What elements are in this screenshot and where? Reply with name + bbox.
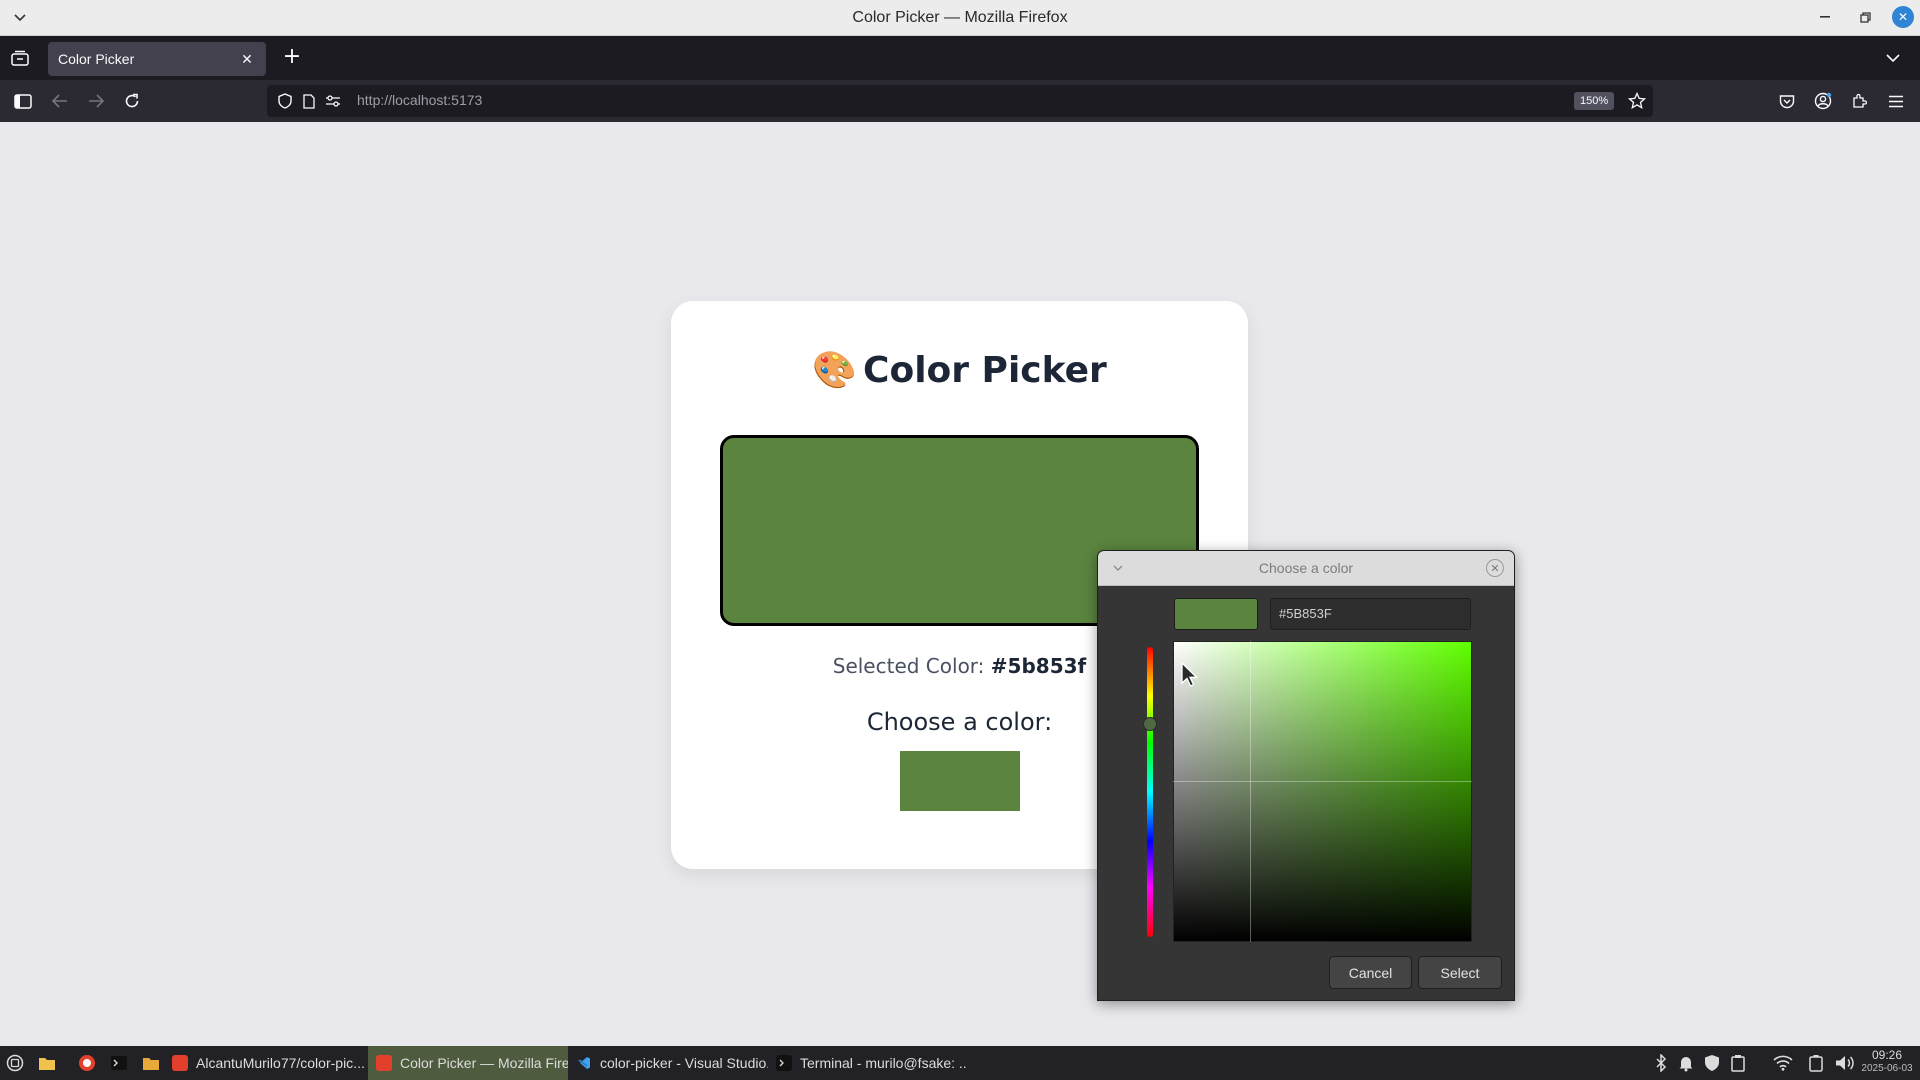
window-menu-chevron-icon[interactable] [8,6,32,30]
window-title: Color Picker — Mozilla Firefox [852,8,1068,26]
page-title: 🎨 Color Picker [671,349,1248,391]
palette-icon: 🎨 [812,350,858,391]
hex-input[interactable]: #5B853F [1270,598,1471,630]
app-menu-launcher-icon[interactable] [4,1051,26,1075]
tab-strip: Color Picker ✕ + [0,36,1920,80]
selected-color-value: #5b853f [990,654,1087,678]
task-item[interactable]: color-picker - Visual Studio... [568,1046,768,1080]
task-item[interactable]: Terminal - murilo@fsake: ... [768,1046,968,1080]
bookmark-star-icon[interactable] [1626,90,1648,112]
tab-groups-icon[interactable] [8,46,32,70]
vscode-icon [576,1055,592,1071]
dialog-header: Choose a color ✕ [1098,551,1514,586]
crosshair-horizontal [1173,781,1472,782]
account-icon[interactable] [1811,89,1835,113]
task-label: Color Picker — Mozilla Fire... [400,1055,568,1071]
dialog-menu-chevron-icon[interactable] [1110,560,1126,576]
tab-color-picker[interactable]: Color Picker ✕ [48,42,266,76]
crosshair-vertical [1250,641,1251,942]
forward-icon[interactable] [84,89,108,113]
clock-time: 09:26 [1871,1048,1903,1062]
task-label: color-picker - Visual Studio... [600,1055,768,1071]
back-icon[interactable] [48,89,72,113]
clock-date: 2025-06-03 [1861,1063,1913,1074]
page-title-text: Color Picker [863,350,1107,391]
task-label: Terminal - murilo@fsake: ... [800,1055,968,1071]
terminal-launcher-icon[interactable] [108,1051,130,1075]
sidebar-toggle-icon[interactable] [11,89,35,113]
taskbar: AlcantuMurilo77/color-pic... Color Picke… [0,1046,1920,1080]
app-menu-icon[interactable] [1884,89,1908,113]
list-all-tabs-icon[interactable] [1886,48,1906,68]
choose-color-dialog: Choose a color ✕ #5B853F Cancel Select [1097,550,1515,1001]
url-bar[interactable]: http://localhost:5173 150% [267,85,1653,117]
task-item-active[interactable]: Color Picker — Mozilla Fire... [368,1046,568,1080]
pocket-icon[interactable] [1775,89,1799,113]
task-label: AlcantuMurilo77/color-pic... [196,1055,365,1071]
select-button[interactable]: Select [1418,956,1502,989]
firefox-launcher-icon[interactable] [76,1051,98,1075]
battery-icon[interactable] [1805,1052,1827,1074]
wifi-icon[interactable] [1772,1052,1794,1074]
page-info-icon[interactable] [300,92,318,110]
reload-icon[interactable] [120,89,144,113]
hue-slider-handle[interactable] [1143,717,1157,731]
dialog-close-icon[interactable]: ✕ [1486,559,1504,577]
new-tab-button[interactable]: + [280,46,304,70]
clock[interactable]: 09:26 2025-06-03 [1858,1048,1916,1076]
minimize-button[interactable] [1812,4,1838,30]
permissions-icon[interactable] [324,92,342,110]
close-window-button[interactable]: ✕ [1892,6,1914,28]
firefox-icon [172,1055,188,1071]
firefox-icon [376,1055,392,1071]
tab-close-icon[interactable]: ✕ [238,51,256,68]
bluetooth-icon[interactable] [1650,1052,1672,1074]
terminal-icon [776,1055,792,1071]
mouse-pointer-icon [1181,662,1199,687]
notifications-bell-icon[interactable] [1675,1052,1697,1074]
saturation-value-plane[interactable] [1173,641,1472,942]
url-text: http://localhost:5173 [357,92,483,108]
dialog-title: Choose a color [1258,560,1354,576]
clipboard-icon[interactable] [1727,1052,1749,1074]
navigation-toolbar: http://localhost:5173 150% [0,80,1920,122]
tab-label: Color Picker [58,51,135,67]
selected-color-label: Selected Color: [832,654,985,678]
volume-icon[interactable] [1834,1052,1856,1074]
hue-slider[interactable] [1147,647,1153,937]
color-input-swatch[interactable] [900,751,1020,811]
zoom-level-badge[interactable]: 150% [1574,92,1615,110]
page-viewport: 🎨 Color Picker Selected Color: #5b853f Ch… [0,122,1920,1046]
tracking-protection-shield-icon[interactable] [276,92,294,110]
extensions-icon[interactable] [1847,89,1871,113]
task-item[interactable]: AlcantuMurilo77/color-pic... [164,1046,368,1080]
file-manager-launcher-icon[interactable] [36,1051,58,1075]
restore-button[interactable] [1852,4,1878,30]
security-shield-icon[interactable] [1701,1052,1723,1074]
current-color-swatch [1174,598,1258,630]
window-titlebar: Color Picker — Mozilla Firefox ✕ [0,0,1920,36]
cancel-button[interactable]: Cancel [1329,956,1412,989]
files-launcher-icon[interactable] [140,1051,162,1075]
